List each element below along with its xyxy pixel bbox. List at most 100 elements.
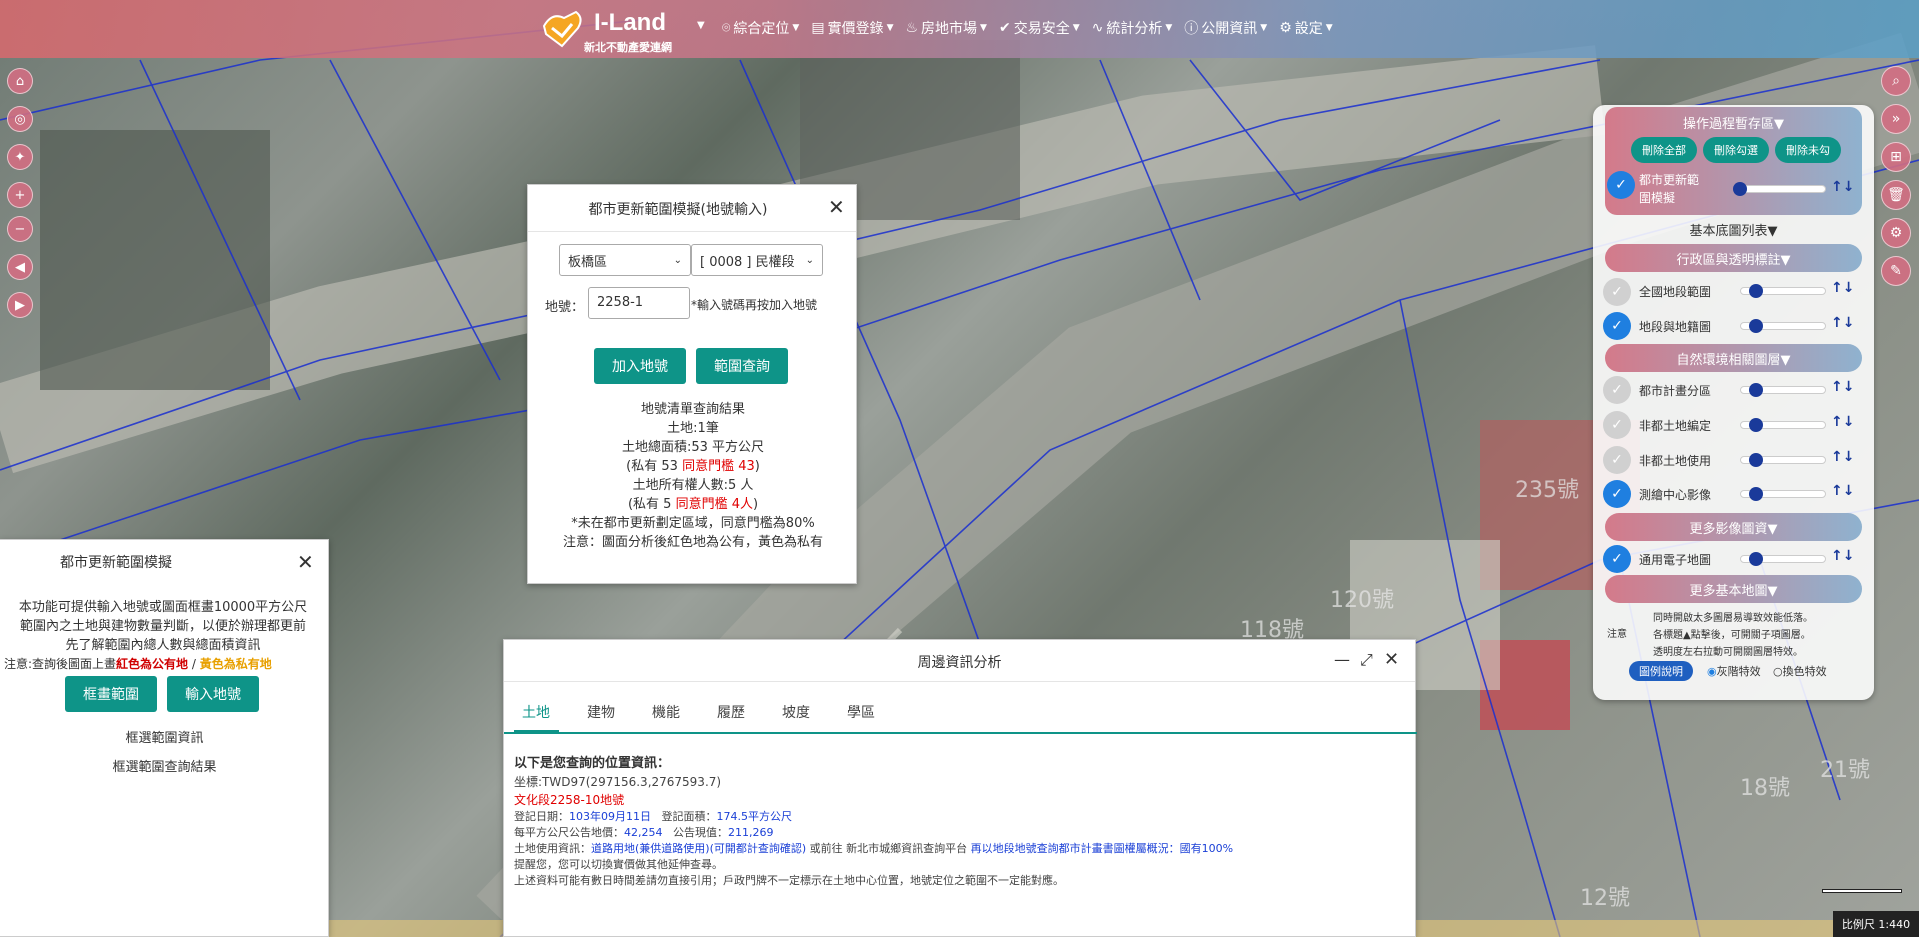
radio-color[interactable]: ○換色特效 <box>1773 663 1827 679</box>
search-icon[interactable]: ⌕ <box>1881 66 1911 96</box>
basemap-list-title[interactable]: 基本底圖列表▼ <box>1593 220 1874 239</box>
tab-school[interactable]: 學區 <box>847 702 875 722</box>
opacity-slider[interactable] <box>1740 383 1826 397</box>
query-link[interactable]: 再以地段地號查詢都市計畫書圖權屬概況： <box>967 842 1180 855</box>
check-icon[interactable]: ✓ <box>1603 545 1631 573</box>
move-arrows-icon[interactable]: ↑↓ <box>1831 179 1854 195</box>
menu-settings[interactable]: ⚙ 設定 ▼ <box>1279 18 1332 38</box>
slider-knob[interactable] <box>1749 418 1763 432</box>
menu-public-info[interactable]: ⓘ 公開資訊 ▼ <box>1184 18 1267 38</box>
compass-icon[interactable]: ✦ <box>7 144 33 170</box>
range-info-link[interactable]: 框選範圍資訊 <box>0 727 329 746</box>
slider-knob[interactable] <box>1749 453 1763 467</box>
menu-safety[interactable]: ✔ 交易安全 ▼ <box>999 18 1080 38</box>
dialog-title: 都市更新範圍模擬 <box>60 555 172 571</box>
slider-knob[interactable] <box>1749 383 1763 397</box>
move-arrows-icon[interactable]: ↑↓ <box>1831 449 1854 465</box>
check-icon[interactable]: ✓ <box>1603 376 1631 404</box>
label: 土地使用資訊： <box>514 842 591 855</box>
tab-land[interactable]: 土地 <box>522 702 550 722</box>
tab-building[interactable]: 建物 <box>587 702 615 722</box>
private-owner-text: (私有 5 <box>627 497 676 512</box>
close-icon[interactable]: ✕ <box>1384 649 1399 670</box>
delete-checked-button[interactable]: 刪除勾選 <box>1703 137 1769 163</box>
add-parcel-button[interactable]: 加入地號 <box>594 348 686 384</box>
maximize-icon[interactable]: ⤢ <box>1360 650 1373 670</box>
district-select[interactable]: 板橋區 ⌄ <box>559 244 691 276</box>
move-arrows-icon[interactable]: ↑↓ <box>1831 379 1854 395</box>
check-icon[interactable]: ✓ <box>1603 446 1631 474</box>
home-icon[interactable]: ⌂ <box>7 68 33 94</box>
range-result-link[interactable]: 框選範圍查詢結果 <box>0 756 329 775</box>
close-icon[interactable]: ✕ <box>297 552 314 572</box>
tab-function[interactable]: 機能 <box>652 702 680 722</box>
opacity-slider[interactable] <box>1740 319 1826 333</box>
opacity-slider[interactable] <box>1733 182 1826 196</box>
slider-knob[interactable] <box>1749 319 1763 333</box>
slider-knob[interactable] <box>1749 487 1763 501</box>
note-sep: / <box>188 657 200 671</box>
caret-down-icon: ▼ <box>886 23 894 33</box>
expand-panel-icon[interactable]: » <box>1881 104 1911 134</box>
move-arrows-icon[interactable]: ↑↓ <box>1831 548 1854 564</box>
menu-price-register[interactable]: ▤ 實價登錄 ▼ <box>811 18 893 38</box>
locate-icon[interactable]: ◎ <box>7 106 33 132</box>
parcel-hint: *輸入號碼再按加入地號 <box>691 298 818 312</box>
previous-view-icon[interactable]: ◀ <box>7 254 33 280</box>
menu-market[interactable]: ♨ 房地市場 ▼ <box>905 18 986 38</box>
land-use-link[interactable]: 道路用地(兼供道路使用)(可開都計查詢確認) <box>591 842 806 855</box>
zoom-out-icon[interactable]: − <box>7 216 33 242</box>
opacity-slider[interactable] <box>1740 418 1826 432</box>
section-select[interactable]: [ 0008 ] 民權段 ⌄ <box>691 244 823 276</box>
move-arrows-icon[interactable]: ↑↓ <box>1831 414 1854 430</box>
zoom-in-icon[interactable]: + <box>7 182 33 208</box>
tab-history[interactable]: 履歷 <box>717 702 745 722</box>
caret-down-icon: ▼ <box>1165 23 1173 33</box>
radio-grayscale[interactable]: ◉灰階特效 <box>1707 663 1761 679</box>
move-arrows-icon[interactable]: ↑↓ <box>1831 280 1854 296</box>
group-admin[interactable]: 行政區與透明標註▼ <box>1605 244 1862 272</box>
app-logo[interactable]: I-Land 新北不動產愛連網 <box>538 6 678 54</box>
pen-icon[interactable]: ✎ <box>1881 256 1911 286</box>
trash-icon[interactable]: 🗑 <box>1881 180 1911 210</box>
slider-knob[interactable] <box>1749 552 1763 566</box>
check-icon[interactable]: ✓ <box>1603 480 1631 508</box>
legend-button[interactable]: 圖例說明 <box>1629 661 1693 681</box>
delete-unchecked-button[interactable]: 刪除未勾 <box>1775 137 1841 163</box>
buffer-title[interactable]: 操作過程暫存區▼ <box>1605 113 1862 132</box>
group-imagery[interactable]: 更多影像圖資▼ <box>1605 513 1862 541</box>
group-nature[interactable]: 自然環境相關圖層▼ <box>1605 344 1862 372</box>
group-basemap[interactable]: 更多基本地圖▼ <box>1605 575 1862 603</box>
delete-all-button[interactable]: 刪除全部 <box>1631 137 1697 163</box>
move-arrows-icon[interactable]: ↑↓ <box>1831 315 1854 331</box>
menu-statistics[interactable]: ∿ 統計分析 ▼ <box>1092 18 1173 38</box>
opacity-slider[interactable] <box>1740 453 1826 467</box>
tools-icon[interactable]: ⚙ <box>1881 218 1911 248</box>
slider-knob[interactable] <box>1733 182 1747 196</box>
ownership-link[interactable]: 國有100% <box>1180 842 1233 855</box>
parcel-input[interactable]: 2258-1 <box>588 287 690 319</box>
slider-knob[interactable] <box>1749 284 1763 298</box>
text: 或前往 <box>806 842 847 855</box>
menu-location[interactable]: ⌾ 綜合定位 ▼ <box>722 18 799 38</box>
next-view-icon[interactable]: ▶ <box>7 292 33 318</box>
tab-slope[interactable]: 坡度 <box>782 702 810 722</box>
input-parcel-button[interactable]: 輸入地號 <box>167 676 259 712</box>
check-icon[interactable]: ✓ <box>1603 312 1631 340</box>
add-layer-icon[interactable]: ⊞ <box>1881 142 1911 172</box>
opacity-slider[interactable] <box>1740 284 1826 298</box>
move-arrows-icon[interactable]: ↑↓ <box>1831 483 1854 499</box>
close-icon[interactable]: ✕ <box>828 197 845 217</box>
minimize-icon[interactable]: — <box>1334 650 1350 669</box>
check-icon[interactable]: ✓ <box>1607 171 1635 199</box>
platform-text: 新北市城鄉資訊查詢平台 <box>846 842 968 855</box>
opacity-slider[interactable] <box>1740 487 1826 501</box>
draw-range-button[interactable]: 框畫範圍 <box>65 676 157 712</box>
logo-dropdown-caret[interactable]: ▼ <box>697 20 705 31</box>
check-icon[interactable]: ✓ <box>1603 411 1631 439</box>
check-icon[interactable]: ✓ <box>1603 278 1631 306</box>
opacity-slider[interactable] <box>1740 552 1826 566</box>
tab-bar: 土地 建物 機能 履歷 坡度 學區 <box>504 690 1417 734</box>
range-query-button[interactable]: 範圍查詢 <box>696 348 788 384</box>
radio-off-icon: ○ <box>1773 665 1783 678</box>
